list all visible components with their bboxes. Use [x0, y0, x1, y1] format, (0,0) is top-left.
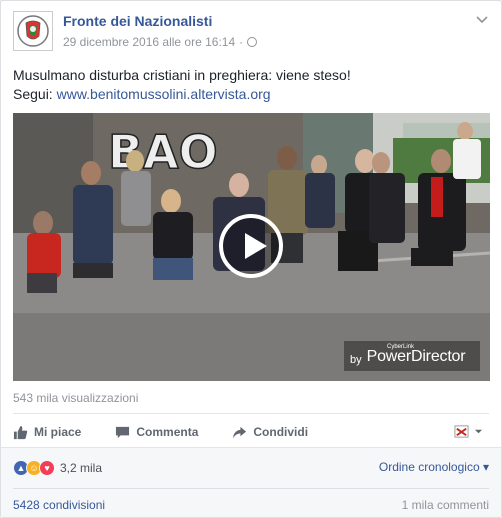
divider	[13, 413, 489, 414]
graffiti-text: BAO	[108, 125, 218, 179]
thumbs-up-icon	[13, 425, 28, 439]
watermark-by: by	[350, 354, 362, 366]
page-mini-avatar-icon	[454, 425, 469, 438]
comment-icon	[116, 426, 130, 438]
post-timestamp[interactable]: 29 dicembre 2016 alle ore 16:14	[63, 35, 235, 49]
page-name-link[interactable]: Fronte dei Nazionalisti	[63, 13, 212, 29]
share-button[interactable]: Condividi	[232, 425, 308, 440]
post-body: Musulmano disturba cristiani in preghier…	[13, 66, 489, 104]
post-text-line-2: Segui: www.benitomussolini.altervista.or…	[13, 85, 489, 104]
page-avatar[interactable]	[13, 11, 53, 51]
post-card: Fronte dei Nazionalisti 29 dicembre 2016…	[0, 0, 502, 518]
play-icon[interactable]	[219, 214, 283, 278]
comments-count[interactable]: 1 mila commenti	[402, 498, 489, 512]
chevron-down-icon[interactable]	[475, 13, 489, 27]
crest-logo-icon	[17, 15, 49, 47]
shares-link[interactable]: 5428 condivisioni	[13, 498, 105, 512]
divider	[13, 488, 489, 489]
comment-button[interactable]: Commenta	[115, 425, 198, 440]
action-bar: Mi piace Commenta Condividi	[13, 419, 489, 445]
watermark-brand-small: CyberLink	[386, 344, 414, 350]
caret-down-icon	[474, 429, 483, 434]
globe-icon	[247, 37, 258, 47]
external-link[interactable]: www.benitomussolini.altervista.org	[57, 86, 271, 102]
post-meta: 29 dicembre 2016 alle ore 16:14 ·	[63, 35, 258, 49]
post-header: Fronte dei Nazionalisti 29 dicembre 2016…	[13, 11, 489, 55]
comment-order-dropdown[interactable]: Ordine cronologico ▾	[379, 460, 489, 474]
comment-label: Commenta	[136, 425, 199, 439]
post-text-line: Musulmano disturba cristiani in preghier…	[13, 67, 351, 83]
video-watermark: CyberLink by PowerDirector	[344, 341, 480, 371]
share-arrow-icon	[233, 426, 247, 438]
meta-separator: ·	[239, 35, 244, 49]
view-count: 543 mila visualizzazioni	[13, 391, 139, 405]
order-caret-icon: ▾	[482, 460, 489, 474]
like-button[interactable]: Mi piace	[13, 425, 81, 440]
share-label: Condividi	[253, 425, 309, 439]
reactions-summary[interactable]: ▲ ☺ ♥ 3,2 mila	[13, 460, 102, 476]
follow-prefix: Segui:	[13, 86, 57, 102]
watermark-name: PowerDirector	[366, 348, 466, 365]
love-reaction-icon: ♥	[39, 460, 55, 476]
post-as-selector[interactable]	[454, 424, 483, 439]
reactions-count: 3,2 mila	[60, 461, 103, 475]
post-footer: ▲ ☺ ♥ 3,2 mila Ordine cronologico ▾ 5428…	[1, 447, 501, 517]
video-player[interactable]: BAO CyberLink by PowerDirector	[13, 113, 490, 381]
order-label: Ordine cronologico	[378, 460, 480, 474]
like-label: Mi piace	[34, 425, 82, 439]
